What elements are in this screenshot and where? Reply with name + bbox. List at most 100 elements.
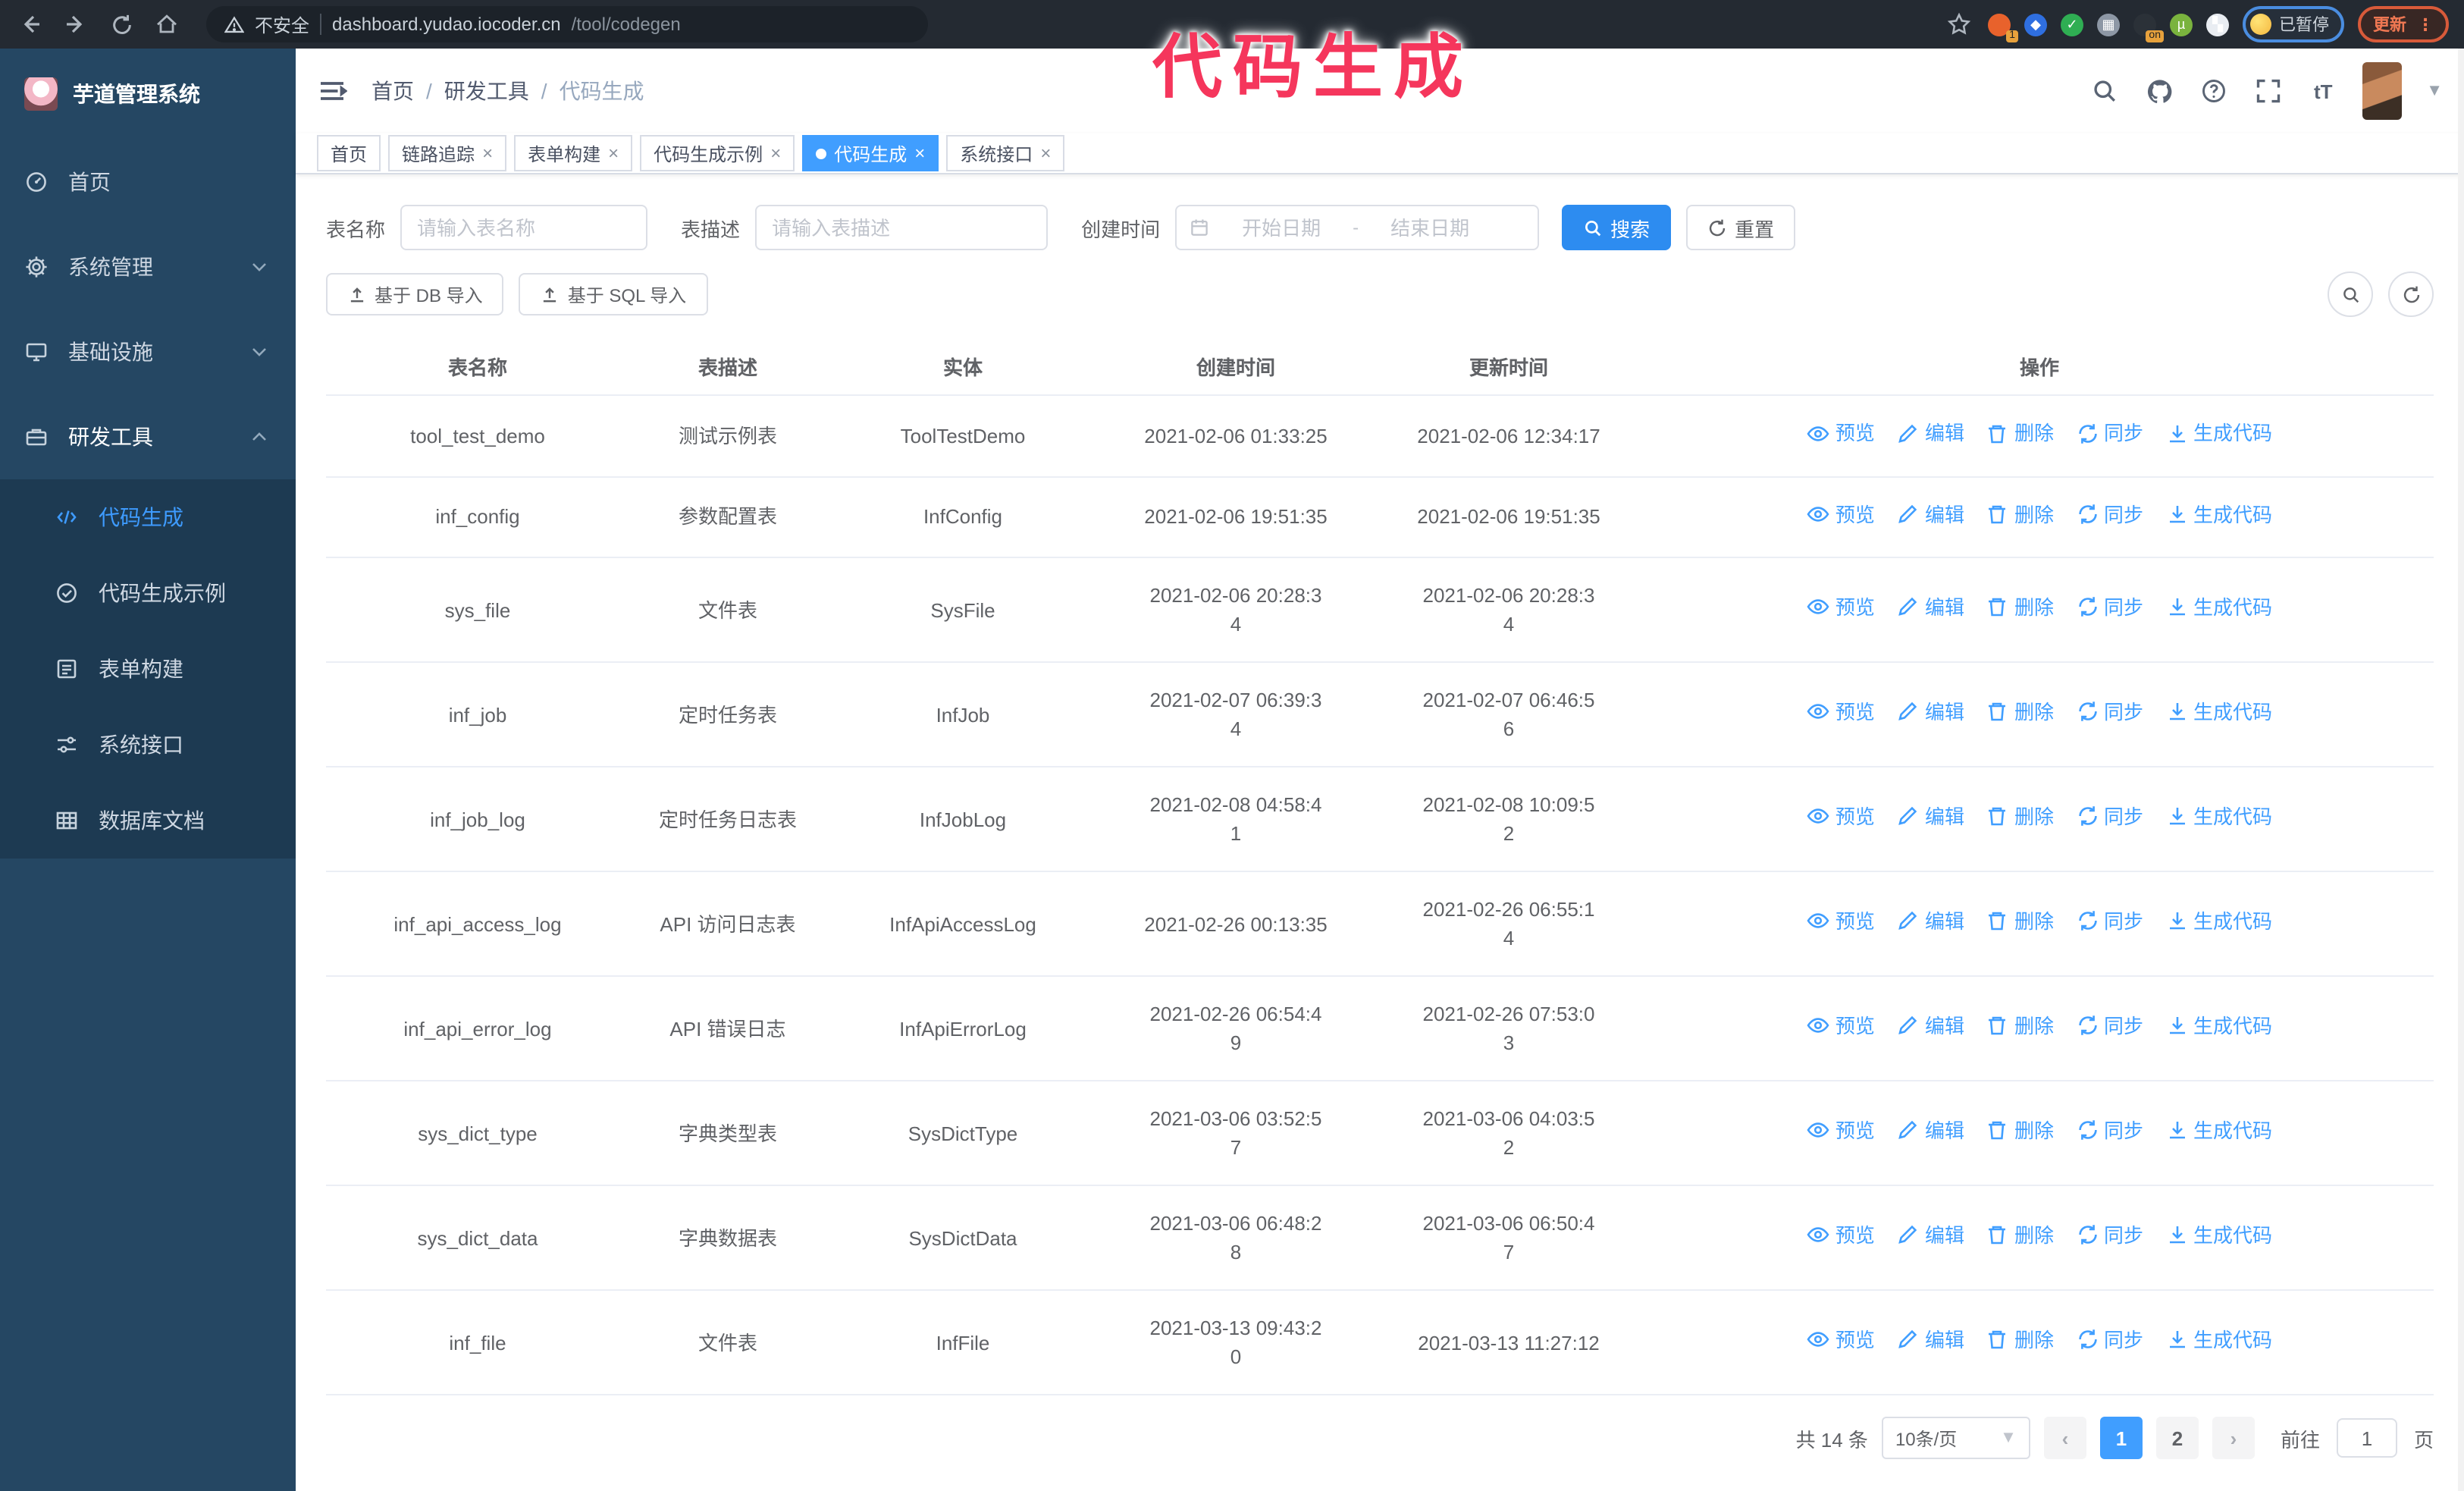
update-button[interactable]: 更新 ⋮ <box>2358 6 2449 42</box>
tab-代码生成示例[interactable]: 代码生成示例 × <box>640 135 795 171</box>
action-生成代码[interactable]: 生成代码 <box>2165 500 2272 529</box>
action-编辑[interactable]: 编辑 <box>1896 593 1964 622</box>
extension-icon[interactable]: ▦ <box>2097 13 2120 36</box>
action-删除[interactable]: 删除 <box>1986 500 2054 529</box>
action-删除[interactable]: 删除 <box>1986 907 2054 936</box>
github-button[interactable] <box>2144 76 2174 106</box>
action-生成代码[interactable]: 生成代码 <box>2165 802 2272 831</box>
close-icon[interactable]: × <box>482 143 493 164</box>
action-生成代码[interactable]: 生成代码 <box>2165 1116 2272 1145</box>
action-编辑[interactable]: 编辑 <box>1896 1326 1964 1354</box>
extension-icon[interactable]: on <box>2133 13 2164 42</box>
sidebar-subitem-代码生成[interactable]: 代码生成 <box>0 479 296 555</box>
import-db-button[interactable]: 基于 DB 导入 <box>326 273 504 315</box>
action-预览[interactable]: 预览 <box>1807 1221 1875 1250</box>
action-同步[interactable]: 同步 <box>2075 419 2143 447</box>
action-同步[interactable]: 同步 <box>2075 500 2143 529</box>
reload-button[interactable] <box>106 9 136 39</box>
action-预览[interactable]: 预览 <box>1807 500 1875 529</box>
start-date-input[interactable] <box>1216 215 1347 240</box>
font-size-button[interactable]: tT <box>2308 76 2338 106</box>
sidebar-item-基础设施[interactable]: 基础设施 <box>0 309 296 394</box>
action-同步[interactable]: 同步 <box>2075 1221 2143 1250</box>
action-编辑[interactable]: 编辑 <box>1896 1116 1964 1145</box>
date-range-picker[interactable]: - <box>1175 205 1540 250</box>
import-sql-button[interactable]: 基于 SQL 导入 <box>519 273 708 315</box>
bookmark-star-button[interactable] <box>1944 9 1974 39</box>
action-预览[interactable]: 预览 <box>1807 1012 1875 1041</box>
close-icon[interactable]: × <box>608 143 619 164</box>
action-同步[interactable]: 同步 <box>2075 1116 2143 1145</box>
action-预览[interactable]: 预览 <box>1807 802 1875 831</box>
action-同步[interactable]: 同步 <box>2075 698 2143 727</box>
search-button[interactable] <box>2089 76 2120 106</box>
help-button[interactable] <box>2199 76 2229 106</box>
sidebar-item-研发工具[interactable]: 研发工具 <box>0 394 296 479</box>
close-icon[interactable]: × <box>914 143 925 164</box>
extension-icon[interactable]: µ <box>2170 13 2193 36</box>
action-预览[interactable]: 预览 <box>1807 907 1875 936</box>
action-预览[interactable]: 预览 <box>1807 698 1875 727</box>
action-生成代码[interactable]: 生成代码 <box>2165 907 2272 936</box>
action-生成代码[interactable]: 生成代码 <box>2165 419 2272 447</box>
goto-page-input[interactable] <box>2336 1418 2397 1458</box>
sidebar-subitem-数据库文档[interactable]: 数据库文档 <box>0 783 296 859</box>
forward-button[interactable] <box>61 9 91 39</box>
tab-首页[interactable]: 首页 <box>317 135 381 171</box>
search-submit-button[interactable]: 搜索 <box>1562 205 1672 250</box>
action-编辑[interactable]: 编辑 <box>1896 1012 1964 1041</box>
extension-icon[interactable]: ◆ <box>2024 13 2047 36</box>
breadcrumb-item[interactable]: 研发工具 <box>444 76 529 106</box>
action-预览[interactable]: 预览 <box>1807 1116 1875 1145</box>
action-编辑[interactable]: 编辑 <box>1896 500 1964 529</box>
page-button-2[interactable]: 2 <box>2155 1417 2199 1459</box>
action-同步[interactable]: 同步 <box>2075 907 2143 936</box>
action-同步[interactable]: 同步 <box>2075 1012 2143 1041</box>
action-预览[interactable]: 预览 <box>1807 1326 1875 1354</box>
action-删除[interactable]: 删除 <box>1986 698 2054 727</box>
table-name-input[interactable] <box>400 205 648 250</box>
extension-icon[interactable]: ✓ <box>2061 13 2083 36</box>
action-编辑[interactable]: 编辑 <box>1896 907 1964 936</box>
action-删除[interactable]: 删除 <box>1986 419 2054 447</box>
action-编辑[interactable]: 编辑 <box>1896 419 1964 447</box>
action-编辑[interactable]: 编辑 <box>1896 698 1964 727</box>
page-size-select[interactable]: 10条/页 ▼ <box>1881 1417 2030 1459</box>
action-同步[interactable]: 同步 <box>2075 802 2143 831</box>
extension-icon[interactable]: ▚ <box>2206 13 2229 36</box>
action-生成代码[interactable]: 生成代码 <box>2165 1221 2272 1250</box>
address-bar[interactable]: 不安全 dashboard.yudao.iocoder.cn/tool/code… <box>206 6 928 42</box>
home-button[interactable] <box>152 9 182 39</box>
sidebar-item-首页[interactable]: 首页 <box>0 140 296 224</box>
sidebar-subitem-表单构建[interactable]: 表单构建 <box>0 631 296 707</box>
action-预览[interactable]: 预览 <box>1807 419 1875 447</box>
close-icon[interactable]: × <box>770 143 781 164</box>
action-删除[interactable]: 删除 <box>1986 1326 2054 1354</box>
back-button[interactable] <box>15 9 45 39</box>
action-预览[interactable]: 预览 <box>1807 593 1875 622</box>
refresh-table-button[interactable] <box>2388 272 2434 317</box>
paused-badge[interactable]: 已暂停 <box>2243 6 2344 42</box>
tab-系统接口[interactable]: 系统接口 × <box>946 135 1065 171</box>
action-编辑[interactable]: 编辑 <box>1896 1221 1964 1250</box>
tab-链路追踪[interactable]: 链路追踪 × <box>388 135 507 171</box>
extension-icon[interactable]: 1 <box>1988 13 2018 42</box>
action-删除[interactable]: 删除 <box>1986 1116 2054 1145</box>
app-logo[interactable]: 芋道管理系统 <box>0 49 296 140</box>
sidebar-item-系统管理[interactable]: 系统管理 <box>0 224 296 309</box>
page-button-1[interactable]: 1 <box>2099 1417 2143 1459</box>
chevron-down-icon[interactable]: ▼ <box>2426 82 2443 100</box>
close-icon[interactable]: × <box>1040 143 1051 164</box>
sidebar-subitem-系统接口[interactable]: 系统接口 <box>0 707 296 783</box>
toggle-search-button[interactable] <box>2328 272 2373 317</box>
action-生成代码[interactable]: 生成代码 <box>2165 1012 2272 1041</box>
action-编辑[interactable]: 编辑 <box>1896 802 1964 831</box>
action-删除[interactable]: 删除 <box>1986 593 2054 622</box>
table-desc-input[interactable] <box>755 205 1049 250</box>
action-同步[interactable]: 同步 <box>2075 1326 2143 1354</box>
end-date-input[interactable] <box>1365 215 1496 240</box>
prev-page-button[interactable]: ‹ <box>2043 1417 2086 1459</box>
action-生成代码[interactable]: 生成代码 <box>2165 1326 2272 1354</box>
hamburger-button[interactable] <box>317 74 350 108</box>
reset-button[interactable]: 重置 <box>1686 205 1796 250</box>
